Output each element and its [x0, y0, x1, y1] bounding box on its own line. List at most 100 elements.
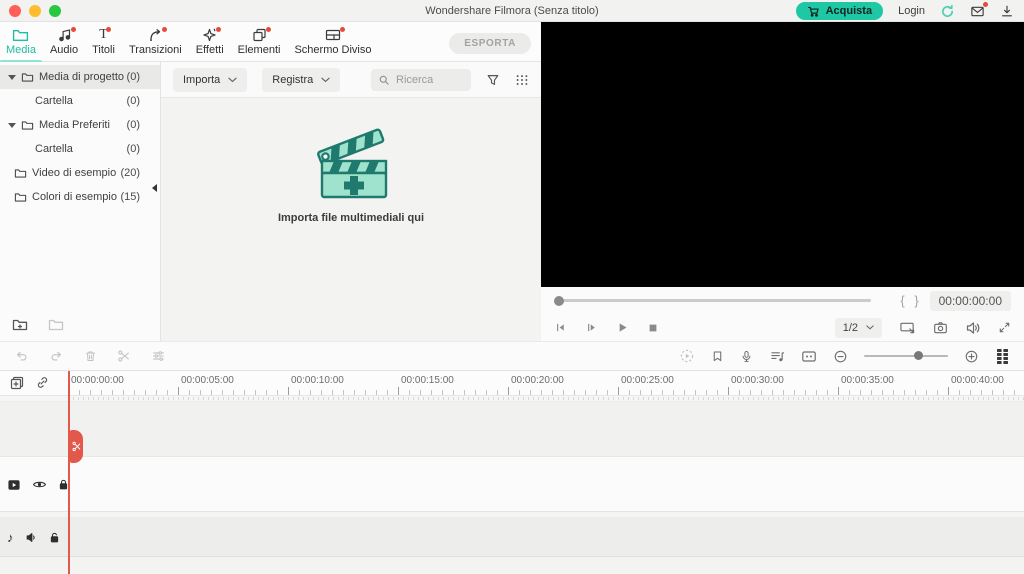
import-label: Importa — [183, 73, 221, 86]
sidebar-item-project-media[interactable]: Media di progetto (0) — [0, 65, 160, 89]
split-screen-icon — [324, 26, 345, 44]
snapshot-icon[interactable] — [933, 321, 948, 335]
tab-label: Titoli — [92, 44, 115, 56]
video-track[interactable] — [0, 456, 1024, 511]
ruler-tick-label: 00:00:20:00 — [511, 375, 564, 386]
zoom-out-icon[interactable] — [833, 349, 848, 364]
tab-titles[interactable]: T Titoli — [89, 22, 118, 62]
ruler-tick-label: 00:00:00:00 — [71, 375, 124, 386]
chevron-down-icon — [866, 325, 874, 330]
buy-button[interactable]: Acquista — [795, 2, 884, 20]
link-clips-icon[interactable] — [35, 375, 50, 391]
item-count: (15) — [120, 191, 140, 203]
folder-icon — [21, 120, 34, 131]
folder-icon — [14, 192, 27, 203]
timeline-lower-area[interactable] — [0, 557, 1024, 574]
play-button[interactable] — [616, 321, 629, 334]
adjust-icon[interactable] — [151, 349, 166, 363]
speaker-icon[interactable] — [25, 532, 38, 543]
grid-view-icon[interactable] — [515, 73, 529, 87]
sidebar-item-folder[interactable]: Cartella (0) — [0, 137, 160, 161]
mail-icon[interactable] — [970, 1, 988, 19]
fullscreen-icon[interactable] — [998, 321, 1011, 334]
quality-value: 1/2 — [842, 321, 858, 334]
mail-notification-dot — [983, 1, 988, 7]
lock-icon[interactable] — [49, 531, 60, 544]
track-manager-icon[interactable] — [995, 348, 1010, 365]
audio-mixer-icon[interactable] — [769, 349, 785, 364]
item-count: (0) — [126, 119, 140, 131]
timeline-ruler[interactable]: 00:00:00:00 00:00:05:00 00:00:10:00 00:0… — [0, 371, 1024, 396]
media-library-sidebar: Media di progetto (0) Cartella (0) Media… — [0, 62, 161, 341]
sidebar-item-folder[interactable]: Cartella (0) — [0, 89, 160, 113]
folder-icon — [14, 168, 27, 179]
zoom-slider-handle[interactable] — [914, 351, 924, 360]
import-dropdown[interactable]: Importa — [173, 67, 248, 92]
render-preview-icon[interactable] — [679, 348, 695, 364]
audio-track[interactable]: ♪ — [0, 517, 1024, 557]
tab-effects[interactable]: Effetti — [193, 22, 227, 62]
tab-transitions[interactable]: Transizioni — [126, 22, 185, 62]
delete-folder-icon[interactable] — [48, 318, 64, 332]
export-button[interactable]: ESPORTA — [449, 33, 531, 54]
caret-down-icon[interactable] — [8, 74, 16, 80]
next-frame-button[interactable] — [585, 321, 598, 334]
timeline-zoom-slider[interactable] — [864, 351, 948, 360]
close-window-button[interactable] — [9, 4, 21, 17]
cart-icon — [807, 5, 820, 18]
collapse-sidebar-button[interactable] — [150, 181, 159, 195]
volume-icon[interactable] — [965, 321, 981, 335]
tab-split-screen[interactable]: Schermo Diviso — [291, 22, 374, 62]
delete-icon[interactable] — [84, 349, 97, 363]
notification-dot — [161, 27, 167, 32]
eye-icon[interactable] — [32, 479, 47, 490]
playhead-line[interactable] — [68, 371, 70, 574]
voiceover-mic-icon[interactable] — [740, 349, 753, 364]
sidebar-item-favorite-media[interactable]: Media Preferiti (0) — [0, 113, 160, 137]
import-media-dropzone[interactable]: Importa file multimediali qui — [161, 120, 541, 224]
filter-icon[interactable] — [486, 73, 500, 87]
seek-bar[interactable] — [554, 295, 871, 306]
secondary-display-icon[interactable] — [899, 320, 916, 335]
zoom-in-icon[interactable] — [964, 349, 979, 364]
playhead-scissors-icon — [72, 441, 81, 452]
video-preview[interactable] — [541, 22, 1024, 287]
collapse-arrow-icon — [152, 184, 157, 192]
caret-down-icon[interactable] — [8, 122, 16, 128]
redo-icon[interactable] — [49, 349, 64, 363]
timecode-display: 00:00:00:00 — [929, 290, 1011, 311]
search-input[interactable] — [396, 73, 460, 86]
add-frame-icon[interactable] — [9, 375, 25, 391]
mark-out-button[interactable]: } — [910, 293, 924, 308]
add-folder-icon[interactable] — [12, 318, 28, 332]
split-scissors-icon[interactable] — [117, 349, 131, 363]
timeline-empty-area[interactable] — [0, 402, 1024, 456]
download-icon[interactable] — [1000, 4, 1014, 18]
mark-in-button[interactable]: { — [896, 293, 910, 308]
tab-label: Schermo Diviso — [294, 44, 372, 56]
timeline-toolbar — [0, 341, 1024, 371]
captions-icon[interactable] — [801, 350, 817, 363]
tab-elements[interactable]: Elementi — [235, 22, 284, 62]
record-dropdown[interactable]: Registra — [262, 67, 341, 92]
sidebar-item-sample-video[interactable]: Video di esempio (20) — [0, 161, 160, 185]
playback-quality-dropdown[interactable]: 1/2 — [834, 317, 882, 338]
minimize-window-button[interactable] — [29, 4, 41, 17]
login-button[interactable]: Login — [898, 5, 925, 17]
sync-icon[interactable] — [940, 4, 955, 19]
marker-icon[interactable] — [711, 349, 724, 364]
previous-frame-button[interactable] — [554, 321, 567, 334]
playhead-handle[interactable] — [70, 430, 83, 463]
tab-media[interactable]: Media — [0, 22, 42, 63]
notification-dot — [265, 27, 271, 32]
audio-track-icon[interactable]: ♪ — [7, 531, 14, 544]
undo-icon[interactable] — [14, 349, 29, 363]
seek-handle[interactable] — [554, 295, 564, 306]
maximize-window-button[interactable] — [49, 4, 61, 17]
tab-audio[interactable]: Audio — [47, 22, 81, 62]
sidebar-item-sample-colors[interactable]: Colori di esempio (15) — [0, 185, 160, 209]
search-field[interactable] — [371, 68, 471, 91]
stop-button[interactable] — [647, 322, 659, 334]
video-track-icon[interactable] — [7, 479, 21, 491]
search-icon — [378, 74, 390, 86]
